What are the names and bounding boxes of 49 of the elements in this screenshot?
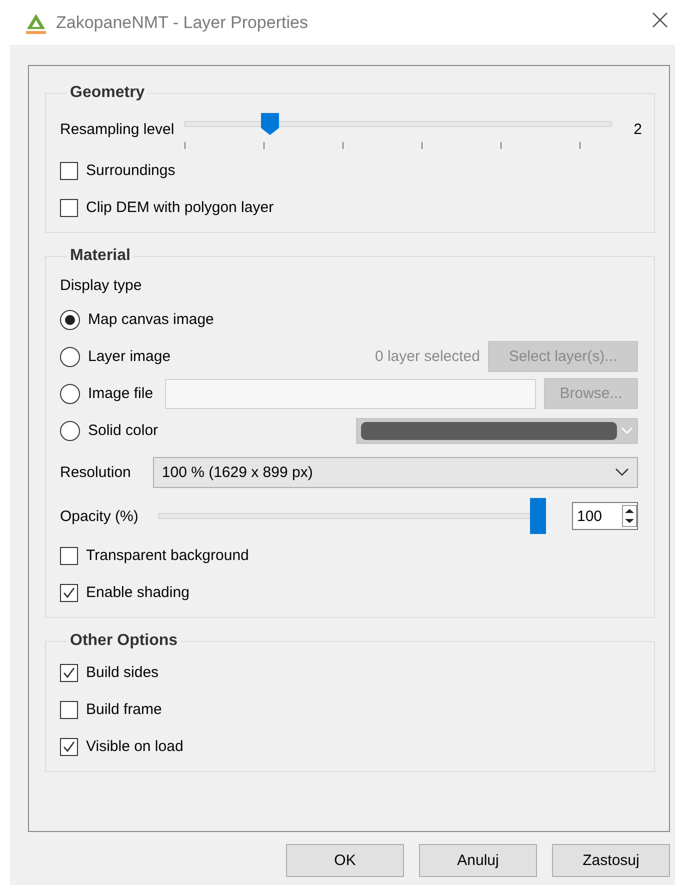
checkbox[interactable] (60, 664, 78, 682)
slider-thumb[interactable] (530, 498, 546, 534)
dialog-button[interactable]: Anuluj (419, 844, 537, 877)
slider-thumb[interactable] (260, 112, 280, 136)
radio-button[interactable] (60, 310, 80, 330)
opacity-spinbox[interactable]: 100 (572, 502, 638, 530)
slider-value: 2 (634, 120, 642, 138)
checkbox-label: Transparent background (86, 547, 249, 564)
close-icon[interactable] (651, 11, 669, 29)
app-logo-icon (25, 12, 47, 34)
radio-button[interactable] (60, 420, 80, 440)
checkbox-label: Visible on load (86, 738, 184, 755)
checkbox-label: Build sides (86, 664, 159, 681)
dropdown-value: 100 % (1629 x 899 px) (162, 464, 313, 480)
group-title: Geometry (69, 84, 146, 102)
radio-label: Solid color (88, 422, 158, 439)
window-title: ZakopaneNMT - Layer Properties (56, 12, 308, 32)
checkbox-label: Surroundings (86, 162, 176, 179)
checkbox[interactable] (60, 198, 78, 216)
radio-label: Map canvas image (88, 311, 214, 328)
slider[interactable] (184, 111, 612, 147)
radio-button[interactable] (60, 346, 80, 366)
resolution-dropdown[interactable]: 100 % (1629 x 899 px) (152, 456, 638, 488)
slider-label: Opacity (%) (60, 508, 138, 524)
color-picker[interactable] (356, 418, 638, 444)
checkbox[interactable] (60, 546, 78, 564)
checkbox-label: Clip DEM with polygon layer (86, 199, 274, 216)
dialog-button[interactable]: Zastosuj (552, 844, 670, 877)
checkbox[interactable] (60, 700, 78, 718)
spin-arrows-icon[interactable] (622, 505, 637, 527)
chevron-down-icon (615, 468, 629, 476)
radio-button[interactable] (60, 384, 80, 404)
dialog-button[interactable]: OK (286, 844, 404, 877)
checkbox-label: Build frame (86, 701, 162, 718)
field-label: Display type (60, 276, 142, 294)
checkbox[interactable] (60, 584, 78, 602)
radio-label: Layer image (88, 348, 171, 365)
field-label: Resolution (60, 464, 131, 480)
file-path-field[interactable] (165, 378, 536, 408)
checkbox[interactable] (60, 738, 78, 756)
spinbox-value: 100 (577, 508, 602, 524)
slider-label: Resampling level (60, 120, 174, 138)
slider[interactable] (158, 498, 546, 534)
checkbox[interactable] (60, 162, 78, 180)
group-title: Other Options (69, 632, 179, 650)
radio-label: Image file (88, 385, 154, 402)
group-title: Material (69, 247, 132, 265)
checkbox-label: Enable shading (86, 584, 190, 601)
status-text: 0 layer selected (374, 348, 480, 365)
